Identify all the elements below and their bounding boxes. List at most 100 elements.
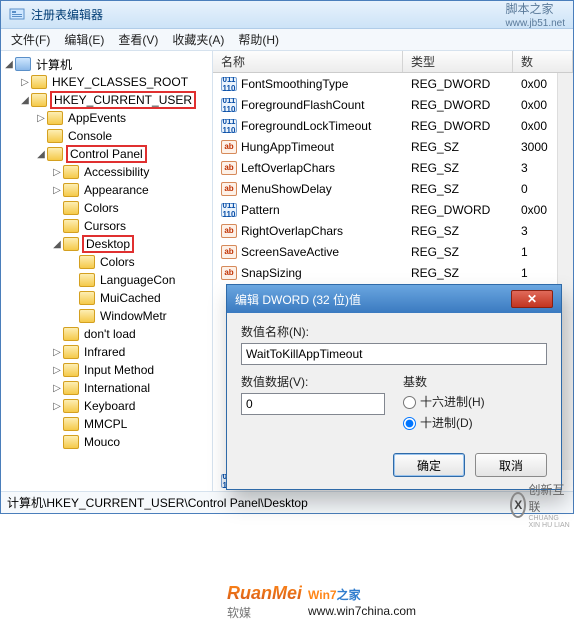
tree-item[interactable]: MMCPL <box>1 415 212 433</box>
tree-label: Desktop <box>82 235 134 253</box>
folder-icon <box>63 345 79 359</box>
tree-label: Console <box>66 129 114 143</box>
string-value-icon: ab <box>221 140 237 154</box>
value-type: REG_SZ <box>403 182 513 196</box>
tree-item[interactable]: ◢ HKEY_CURRENT_USER <box>1 91 212 109</box>
tree-label: WindowMetr <box>98 309 169 323</box>
tree-item[interactable]: ▷Accessibility <box>1 163 212 181</box>
tree-label: International <box>82 381 152 395</box>
expand-icon[interactable]: ◢ <box>51 239 63 250</box>
value-name-input[interactable] <box>241 343 547 365</box>
tree-label: HKEY_CURRENT_USER <box>50 91 196 109</box>
value-data-label: 数值数据(V): <box>241 373 385 390</box>
value-type: REG_DWORD <box>403 203 513 217</box>
string-value-icon: ab <box>221 245 237 259</box>
value-type: REG_DWORD <box>403 119 513 133</box>
folder-icon <box>79 273 95 287</box>
list-row[interactable]: 011110PatternREG_DWORD0x00 <box>213 199 573 220</box>
header-name[interactable]: 名称 <box>213 51 403 72</box>
header-data[interactable]: 数 <box>513 51 573 72</box>
list-row[interactable]: abMenuShowDelayREG_SZ0 <box>213 178 573 199</box>
menu-help[interactable]: 帮助(H) <box>238 31 279 48</box>
expand-icon[interactable]: ▷ <box>51 365 63 376</box>
tree-label: Colors <box>98 255 137 269</box>
list-row[interactable]: abLeftOverlapCharsREG_SZ3 <box>213 157 573 178</box>
tree-item[interactable]: Mouco <box>1 433 212 451</box>
computer-icon <box>15 57 31 71</box>
tree-item[interactable]: WindowMetr <box>1 307 212 325</box>
expand-icon[interactable]: ▷ <box>51 185 63 196</box>
folder-icon <box>63 219 79 233</box>
registry-tree[interactable]: ◢ 计算机 ▷HKEY_CLASSES_ROOT ◢ HKEY_CURRENT_US… <box>1 51 213 491</box>
expand-icon[interactable]: ◢ <box>35 149 47 160</box>
menu-edit[interactable]: 编辑(E) <box>64 31 104 48</box>
expand-icon[interactable]: ▷ <box>51 347 63 358</box>
tree-item[interactable]: ◢ Desktop <box>1 235 212 253</box>
folder-icon <box>79 291 95 305</box>
list-row[interactable]: 011110ForegroundLockTimeoutREG_DWORD0x00 <box>213 115 573 136</box>
tree-item[interactable]: ▷HKEY_CLASSES_ROOT <box>1 73 212 91</box>
tree-item[interactable]: ▷Infrared <box>1 343 212 361</box>
value-type: REG_DWORD <box>403 77 513 91</box>
value-name: ScreenSaveActive <box>241 245 339 259</box>
edit-dword-dialog: 编辑 DWORD (32 位)值 ✕ 数值名称(N): 数值数据(V): 基数 … <box>226 284 562 490</box>
value-name: ForegroundFlashCount <box>241 98 364 112</box>
expand-icon[interactable]: ▷ <box>51 401 63 412</box>
folder-icon <box>79 255 95 269</box>
cancel-button[interactable]: 取消 <box>475 453 547 477</box>
list-row[interactable]: 011110ForegroundFlashCountREG_DWORD0x00 <box>213 94 573 115</box>
folder-icon <box>63 417 79 431</box>
menubar: 文件(F) 编辑(E) 查看(V) 收藏夹(A) 帮助(H) <box>1 29 573 51</box>
list-header[interactable]: 名称 类型 数 <box>213 51 573 73</box>
radix-hex-option[interactable]: 十六进制(H) <box>403 393 547 410</box>
list-row[interactable]: abHungAppTimeoutREG_SZ3000 <box>213 136 573 157</box>
list-row[interactable]: 011110FontSmoothingTypeREG_DWORD0x00 <box>213 73 573 94</box>
folder-icon <box>31 75 47 89</box>
dialog-titlebar[interactable]: 编辑 DWORD (32 位)值 ✕ <box>227 285 561 313</box>
list-row[interactable]: abScreenSaveActiveREG_SZ1 <box>213 241 573 262</box>
expand-icon[interactable]: ▷ <box>51 167 63 178</box>
menu-file[interactable]: 文件(F) <box>11 31 50 48</box>
value-name: LeftOverlapChars <box>241 161 335 175</box>
menu-favorites[interactable]: 收藏夹(A) <box>172 31 224 48</box>
close-button[interactable]: ✕ <box>511 290 553 308</box>
tree-item[interactable]: don't load <box>1 325 212 343</box>
expand-icon[interactable]: ◢ <box>3 59 15 70</box>
tree-item[interactable]: Colors <box>1 199 212 217</box>
radix-dec-radio[interactable] <box>403 417 416 430</box>
tree-item[interactable]: ▷ International <box>1 379 212 397</box>
expand-icon[interactable]: ◢ <box>19 95 31 106</box>
titlebar[interactable]: 注册表编辑器 脚本之家www.jb51.net <box>1 1 573 29</box>
menu-view[interactable]: 查看(V) <box>118 31 158 48</box>
string-value-icon: ab <box>221 266 237 280</box>
radix-dec-option[interactable]: 十进制(D) <box>403 414 547 431</box>
tree-item[interactable]: ▷Appearance <box>1 181 212 199</box>
tree-item[interactable]: Colors <box>1 253 212 271</box>
value-data-input[interactable] <box>241 393 385 415</box>
value-name-label: 数值名称(N): <box>241 323 547 340</box>
ok-button[interactable]: 确定 <box>393 453 465 477</box>
tree-item[interactable]: ▷Keyboard <box>1 397 212 415</box>
value-type: REG_SZ <box>403 140 513 154</box>
tree-item[interactable]: MuiCached <box>1 289 212 307</box>
expand-icon[interactable]: ▷ <box>35 113 47 124</box>
tree-root[interactable]: ◢ 计算机 <box>1 55 212 73</box>
tree-item[interactable]: LanguageCon <box>1 271 212 289</box>
tree-label: 计算机 <box>34 56 74 73</box>
list-row[interactable]: abRightOverlapCharsREG_SZ3 <box>213 220 573 241</box>
radix-hex-radio[interactable] <box>403 396 416 409</box>
tree-item[interactable]: ▷Input Method <box>1 361 212 379</box>
header-type[interactable]: 类型 <box>403 51 513 72</box>
tree-item[interactable]: ◢Control Panel <box>1 145 212 163</box>
footer-logo: X 创新互联CHUANG XIN HU LIAN <box>510 490 570 520</box>
expand-icon[interactable]: ▷ <box>51 383 63 394</box>
folder-icon <box>63 165 79 179</box>
value-name: FontSmoothingType <box>241 77 348 91</box>
list-row[interactable]: abSnapSizingREG_SZ1 <box>213 262 573 283</box>
dialog-title: 编辑 DWORD (32 位)值 <box>235 291 361 308</box>
tree-item[interactable]: Console <box>1 127 212 145</box>
value-type: REG_SZ <box>403 161 513 175</box>
expand-icon[interactable]: ▷ <box>19 77 31 88</box>
tree-item[interactable]: Cursors <box>1 217 212 235</box>
tree-item[interactable]: ▷AppEvents <box>1 109 212 127</box>
